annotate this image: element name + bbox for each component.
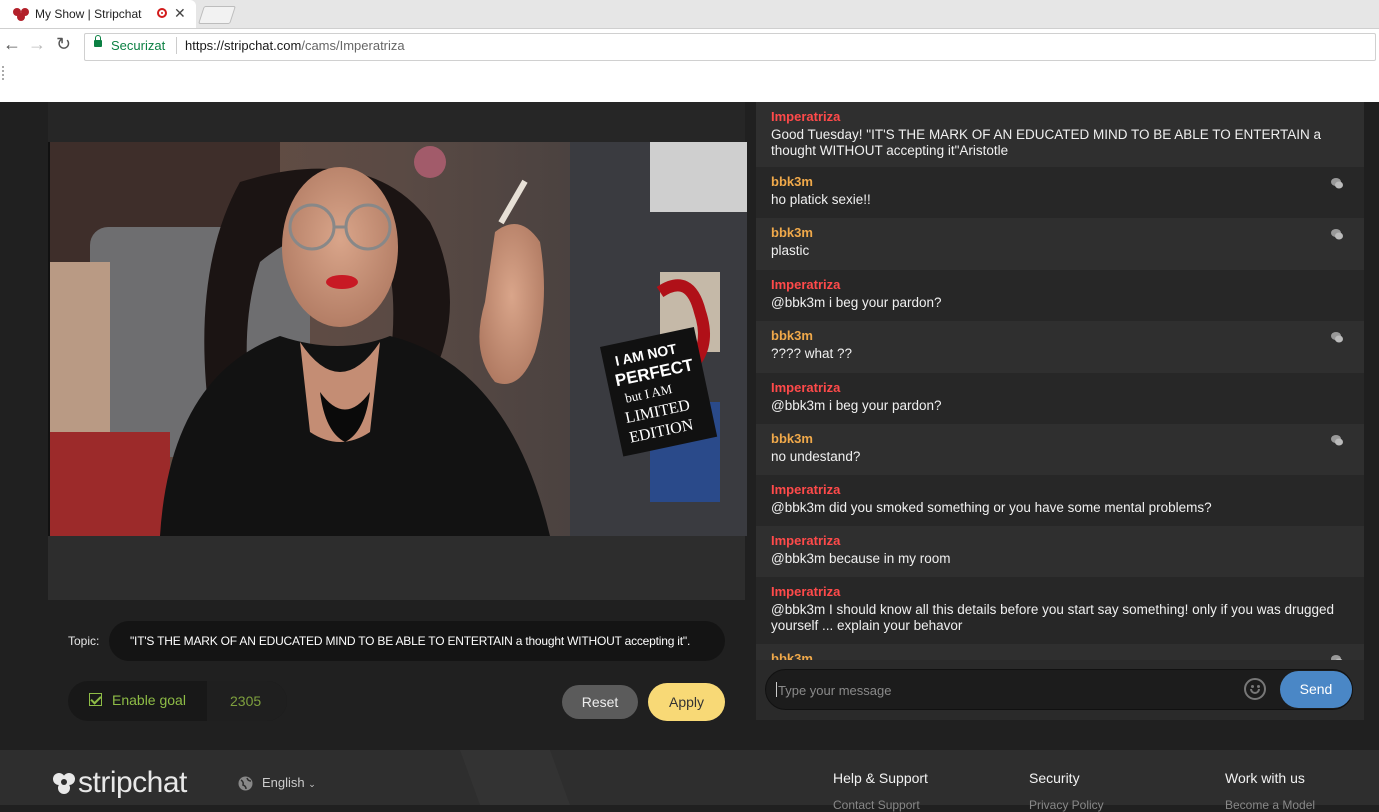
back-arrow-icon[interactable]: ← <box>3 34 21 55</box>
forward-arrow-icon[interactable]: → <box>28 34 46 55</box>
footer-link-become-model[interactable]: Become a Model <box>1225 798 1315 812</box>
page-header-strip <box>0 62 1379 102</box>
chat-message: Imperatriza @bbk3m because in my room <box>756 526 1364 577</box>
drag-handle-icon <box>2 66 6 80</box>
chat-text: @bbk3m i beg your pardon? <box>771 295 942 310</box>
footer-link-contact[interactable]: Contact Support <box>833 798 920 812</box>
chat-message: Imperatriza @bbk3m i beg your pardon? <box>756 373 1364 424</box>
private-message-icon[interactable] <box>1330 331 1344 344</box>
url-host: https://stripchat.com <box>185 38 302 53</box>
footer-link-privacy[interactable]: Privacy Policy <box>1029 798 1104 812</box>
chat-text: ???? what ?? <box>771 346 853 361</box>
chevron-down-icon: ⌄ <box>308 779 316 789</box>
video-header <box>48 102 745 142</box>
chat-username[interactable]: bbk3m <box>771 431 1349 446</box>
reset-button[interactable]: Reset <box>562 685 638 719</box>
goal-value: 2305 <box>230 693 262 709</box>
topic-label: Topic: <box>68 634 100 648</box>
chat-message: bbk3m ???? what ?? <box>756 321 1364 373</box>
goal-checkbox[interactable] <box>89 693 102 706</box>
chat-text: no undestand? <box>771 449 861 464</box>
chat-username[interactable]: Imperatriza <box>771 533 1349 548</box>
recording-icon <box>157 8 167 18</box>
chat-input-placeholder: Type your message <box>778 683 892 698</box>
chat-username[interactable]: Imperatriza <box>771 277 1349 292</box>
chat-username[interactable]: bbk3m <box>771 225 1349 240</box>
footer <box>0 750 1379 805</box>
topic-text: "IT'S THE MARK OF AN EDUCATED MIND TO BE… <box>130 634 691 648</box>
apply-button[interactable]: Apply <box>648 683 725 721</box>
globe-icon[interactable] <box>238 776 253 791</box>
chat-text: ho platick sexie!! <box>771 192 871 207</box>
chat-text: @bbk3m I should know all this details be… <box>771 602 1334 633</box>
chat-username[interactable]: Imperatriza <box>771 482 1349 497</box>
url-text[interactable]: https://stripchat.com/cams/Imperatriza <box>185 38 405 53</box>
chat-message: Imperatriza Good Tuesday! "IT'S THE MARK… <box>756 102 1364 167</box>
footer-heading-work: Work with us <box>1225 770 1305 786</box>
emoji-icon[interactable] <box>1244 678 1266 700</box>
language-label: English <box>262 775 305 790</box>
private-message-icon[interactable] <box>1330 177 1344 190</box>
chat-username[interactable]: bbk3m <box>771 651 1349 660</box>
private-message-icon[interactable] <box>1330 228 1344 241</box>
chat-text: @bbk3m because in my room <box>771 551 951 566</box>
video-stream[interactable]: I AM NOT PERFECT but I AM LIMITED EDITIO… <box>48 142 747 536</box>
footer-heading-help: Help & Support <box>833 770 928 786</box>
chat-text: plastic <box>771 243 810 258</box>
private-message-icon[interactable] <box>1330 434 1344 447</box>
chat-message: Imperatriza @bbk3m i beg your pardon? <box>756 270 1364 321</box>
chat-text: @bbk3m did you smoked something or you h… <box>771 500 1212 515</box>
new-tab-button[interactable] <box>198 6 236 24</box>
chat-message: Imperatriza @bbk3m did you smoked someth… <box>756 475 1364 526</box>
chat-text: @bbk3m i beg your pardon? <box>771 398 942 413</box>
chat-message: bbk3m plastic <box>756 218 1364 270</box>
url-separator <box>176 37 177 54</box>
stripchat-logo[interactable]: stripchat <box>78 766 187 800</box>
stripchat-favicon-icon <box>13 8 29 21</box>
secure-label: Securizat <box>111 38 166 53</box>
reload-icon[interactable]: ↻ <box>56 34 71 55</box>
chat-username[interactable]: Imperatriza <box>771 109 1349 124</box>
goal-label: Enable goal <box>112 692 186 708</box>
chat-message: bbk3m ho platick sexie!! <box>756 167 1364 218</box>
text-cursor <box>776 682 777 697</box>
chat-message: bbk3m <box>756 644 1364 660</box>
chat-text: Good Tuesday! "IT'S THE MARK OF AN EDUCA… <box>771 127 1322 158</box>
chat-scrollbar[interactable] <box>1364 102 1379 660</box>
tab-close-icon[interactable]: ✕ <box>174 5 186 22</box>
stripchat-logo-icon <box>53 773 75 794</box>
chat-username[interactable]: Imperatriza <box>771 584 1349 599</box>
chat-username[interactable]: bbk3m <box>771 174 1349 189</box>
language-selector[interactable]: English ⌄ <box>262 775 316 790</box>
video-frame: I AM NOT PERFECT but I AM LIMITED EDITIO… <box>50 142 747 536</box>
chat-username[interactable]: Imperatriza <box>771 380 1349 395</box>
chat-username[interactable]: bbk3m <box>771 328 1349 343</box>
send-button[interactable]: Send <box>1280 671 1352 708</box>
lock-icon <box>94 35 102 47</box>
chat-message: bbk3m no undestand? <box>756 424 1364 475</box>
chat-messages[interactable]: Imperatriza Good Tuesday! "IT'S THE MARK… <box>756 102 1364 660</box>
footer-heading-security: Security <box>1029 770 1080 786</box>
tab-title: My Show | Stripchat <box>35 7 142 21</box>
chat-message: Imperatriza @bbk3m I should know all thi… <box>756 577 1364 644</box>
video-controls-area <box>48 536 745 600</box>
url-path: /cams/Imperatriza <box>301 38 405 53</box>
